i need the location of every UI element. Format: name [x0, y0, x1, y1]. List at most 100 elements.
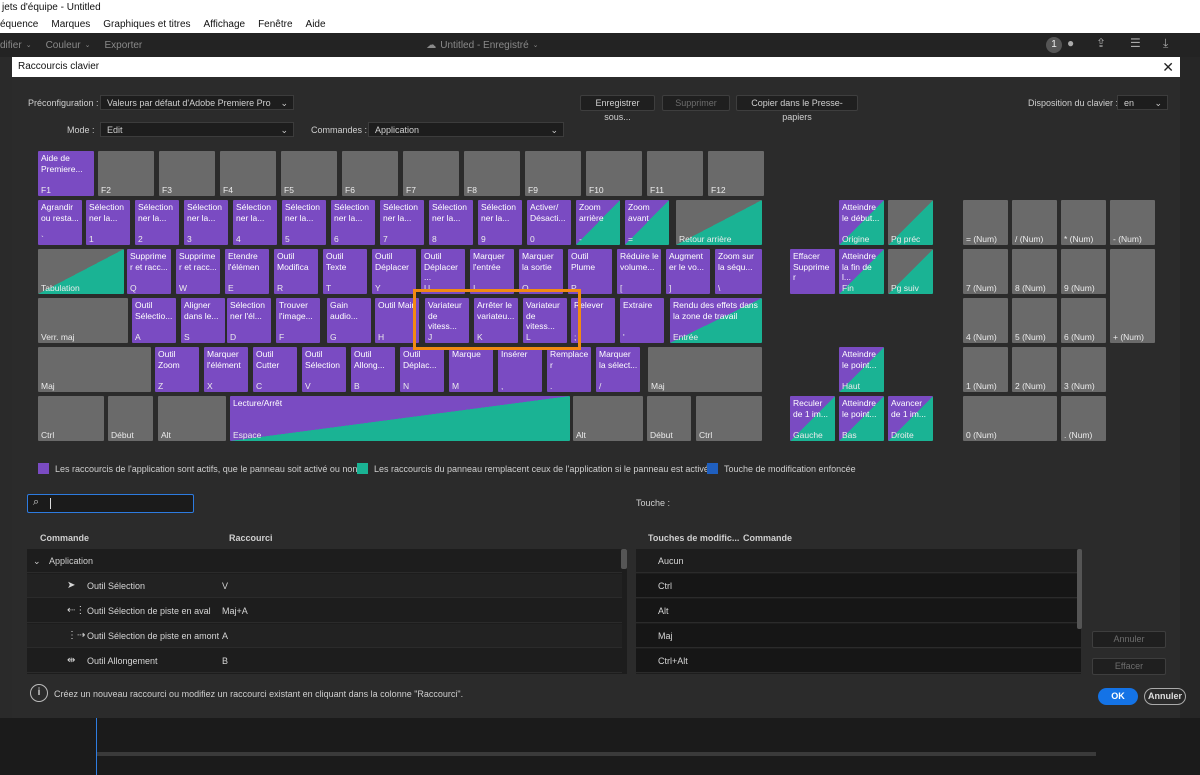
key-a[interactable]: Outil Sélectio... A: [132, 298, 176, 343]
modifiers-scrollbar[interactable]: [1077, 549, 1082, 629]
key-i[interactable]: Marquer l'entrée I: [470, 249, 514, 294]
key-f9[interactable]: F9: [525, 151, 581, 196]
key--num-[interactable]: . (Num): [1061, 396, 1106, 441]
key-6[interactable]: Sélection ner la... 6: [331, 200, 375, 245]
key-espace[interactable]: Lecture/Arrêt Espace: [230, 396, 570, 441]
menu-help[interactable]: Aide: [306, 16, 326, 33]
group-row[interactable]: ⌄ Application: [27, 549, 622, 573]
key-3-num-[interactable]: 3 (Num): [1061, 347, 1106, 392]
playhead[interactable]: [96, 718, 97, 775]
key--num-[interactable]: + (Num): [1110, 249, 1155, 343]
key-v[interactable]: Outil Sélection V: [302, 347, 346, 392]
column-shortcut[interactable]: Raccourci: [229, 533, 273, 543]
key-z[interactable]: Outil Zoom Z: [155, 347, 199, 392]
key-pg-pr-c[interactable]: Pg préc: [888, 200, 933, 245]
key--[interactable]: Remplace r.: [547, 347, 591, 392]
menu-view[interactable]: Affichage: [204, 16, 246, 33]
key-g[interactable]: Gain audio... G: [327, 298, 371, 343]
key-y[interactable]: Outil Déplacer Y: [372, 249, 416, 294]
key-p[interactable]: Outil Plume P: [568, 249, 612, 294]
menu-window[interactable]: Fenêtre: [258, 16, 292, 33]
key--[interactable]: Insérer,: [498, 347, 542, 392]
menu-graphics[interactable]: Graphiques et titres: [103, 16, 190, 33]
key-d-but[interactable]: Début: [108, 396, 153, 441]
key-f4[interactable]: F4: [220, 151, 276, 196]
list-item[interactable]: ⋮⇢ Outil Sélection de piste en amont A: [27, 624, 622, 648]
modifier-row[interactable]: Aucun: [636, 549, 1081, 573]
modifier-row[interactable]: Maj: [636, 624, 1081, 648]
notification-badge[interactable]: 1: [1046, 37, 1062, 53]
command-shortcut[interactable]: V: [222, 574, 228, 598]
key--[interactable]: Marquer la sélect... /: [596, 347, 640, 392]
key-alt[interactable]: Alt: [573, 396, 643, 441]
key-droite[interactable]: Avancer de 1 im... Droite: [888, 396, 933, 441]
key-verr-maj[interactable]: Verr. maj: [38, 298, 128, 343]
key-5[interactable]: Sélection ner la... 5: [282, 200, 326, 245]
key-7[interactable]: Sélection ner la... 7: [380, 200, 424, 245]
key--[interactable]: Extraire ': [620, 298, 664, 343]
key-f12[interactable]: F12: [708, 151, 764, 196]
key-maj[interactable]: Maj: [38, 347, 151, 392]
key-q[interactable]: Supprime r et racc... Q: [127, 249, 171, 294]
key-n[interactable]: Outil Déplac... N: [400, 347, 444, 392]
key-delete[interactable]: Effacer Supprime r: [790, 249, 835, 294]
share-icon[interactable]: ⇪: [1096, 36, 1106, 50]
commands-scrollbar[interactable]: [621, 549, 627, 569]
key-f6[interactable]: F6: [342, 151, 398, 196]
key-8-num-[interactable]: 8 (Num): [1012, 249, 1057, 294]
modifier-row[interactable]: Alt: [636, 599, 1081, 623]
key--[interactable]: Zoom arrière -: [576, 200, 620, 245]
key-haut[interactable]: Atteindre le point... Haut: [839, 347, 884, 392]
key-2-num-[interactable]: 2 (Num): [1012, 347, 1057, 392]
key-r[interactable]: Outil Modifica R: [274, 249, 318, 294]
key-9-num-[interactable]: 9 (Num): [1061, 249, 1106, 294]
modifier-row[interactable]: Ctrl: [636, 574, 1081, 598]
modifier-row[interactable]: Ctrl+Alt: [636, 649, 1081, 673]
cancel-small-button[interactable]: Annuler: [1092, 631, 1166, 648]
key-maj[interactable]: Maj: [648, 347, 762, 392]
key-8[interactable]: Sélection ner la... 8: [429, 200, 473, 245]
key-ctrl[interactable]: Ctrl: [696, 396, 762, 441]
key-c[interactable]: Outil Cutter C: [253, 347, 297, 392]
key-f10[interactable]: F10: [586, 151, 642, 196]
key-fin[interactable]: Atteindre la fin de l... Fin: [839, 249, 884, 294]
key-tabulation[interactable]: Tabulation: [38, 249, 124, 294]
timeline-scroll-track[interactable]: [96, 752, 1096, 756]
command-shortcut[interactable]: A: [222, 624, 228, 648]
key--[interactable]: Augment er le vo...]: [666, 249, 710, 294]
key-f8[interactable]: F8: [464, 151, 520, 196]
chevron-down-icon[interactable]: ⌄: [33, 549, 41, 573]
key--[interactable]: Réduire le volume... [: [617, 249, 661, 294]
clear-button[interactable]: Effacer: [1092, 658, 1166, 675]
workspace-color-tab[interactable]: Couleur: [46, 40, 81, 51]
key-0-num-[interactable]: 0 (Num): [963, 396, 1057, 441]
list-item[interactable]: ⇠⋮ Outil Sélection de piste en aval Maj+…: [27, 599, 622, 623]
key-7-num-[interactable]: 7 (Num): [963, 249, 1008, 294]
key-9[interactable]: Sélection ner la... 9: [478, 200, 522, 245]
user-icon[interactable]: ●: [1067, 36, 1074, 50]
key-d-but[interactable]: Début: [647, 396, 691, 441]
key-d[interactable]: Sélection ner l'él... D: [227, 298, 271, 343]
key-f1[interactable]: Aide de Premiere... F1: [38, 151, 94, 196]
key-m[interactable]: Marque M: [449, 347, 493, 392]
key-4[interactable]: Sélection ner la... 4: [233, 200, 277, 245]
key-w[interactable]: Supprime r et racc... W: [176, 249, 220, 294]
key-4-num-[interactable]: 4 (Num): [963, 298, 1008, 343]
ok-button[interactable]: OK: [1098, 688, 1138, 705]
key-2[interactable]: Sélection ner la... 2: [135, 200, 179, 245]
key--num-[interactable]: - (Num): [1110, 200, 1155, 245]
key-ctrl[interactable]: Ctrl: [38, 396, 104, 441]
workspace-edit-tab[interactable]: difier: [0, 40, 22, 51]
column-command[interactable]: Commande: [40, 533, 89, 543]
command-shortcut[interactable]: Maj+A: [222, 599, 248, 623]
key--[interactable]: Zoom sur la séqu... \: [715, 249, 762, 294]
key-gauche[interactable]: Reculer de 1 im... Gauche: [790, 396, 835, 441]
key-f7[interactable]: F7: [403, 151, 459, 196]
search-field[interactable]: ⌕: [27, 494, 194, 513]
key-pg-suiv[interactable]: Pg suiv: [888, 249, 933, 294]
key--num-[interactable]: = (Num): [963, 200, 1008, 245]
key-b[interactable]: Outil Allong... B: [351, 347, 395, 392]
key-e[interactable]: Etendre l'élémen E: [225, 249, 269, 294]
command-shortcut[interactable]: B: [222, 649, 228, 673]
key-f[interactable]: Trouver l'image... F: [276, 298, 320, 343]
